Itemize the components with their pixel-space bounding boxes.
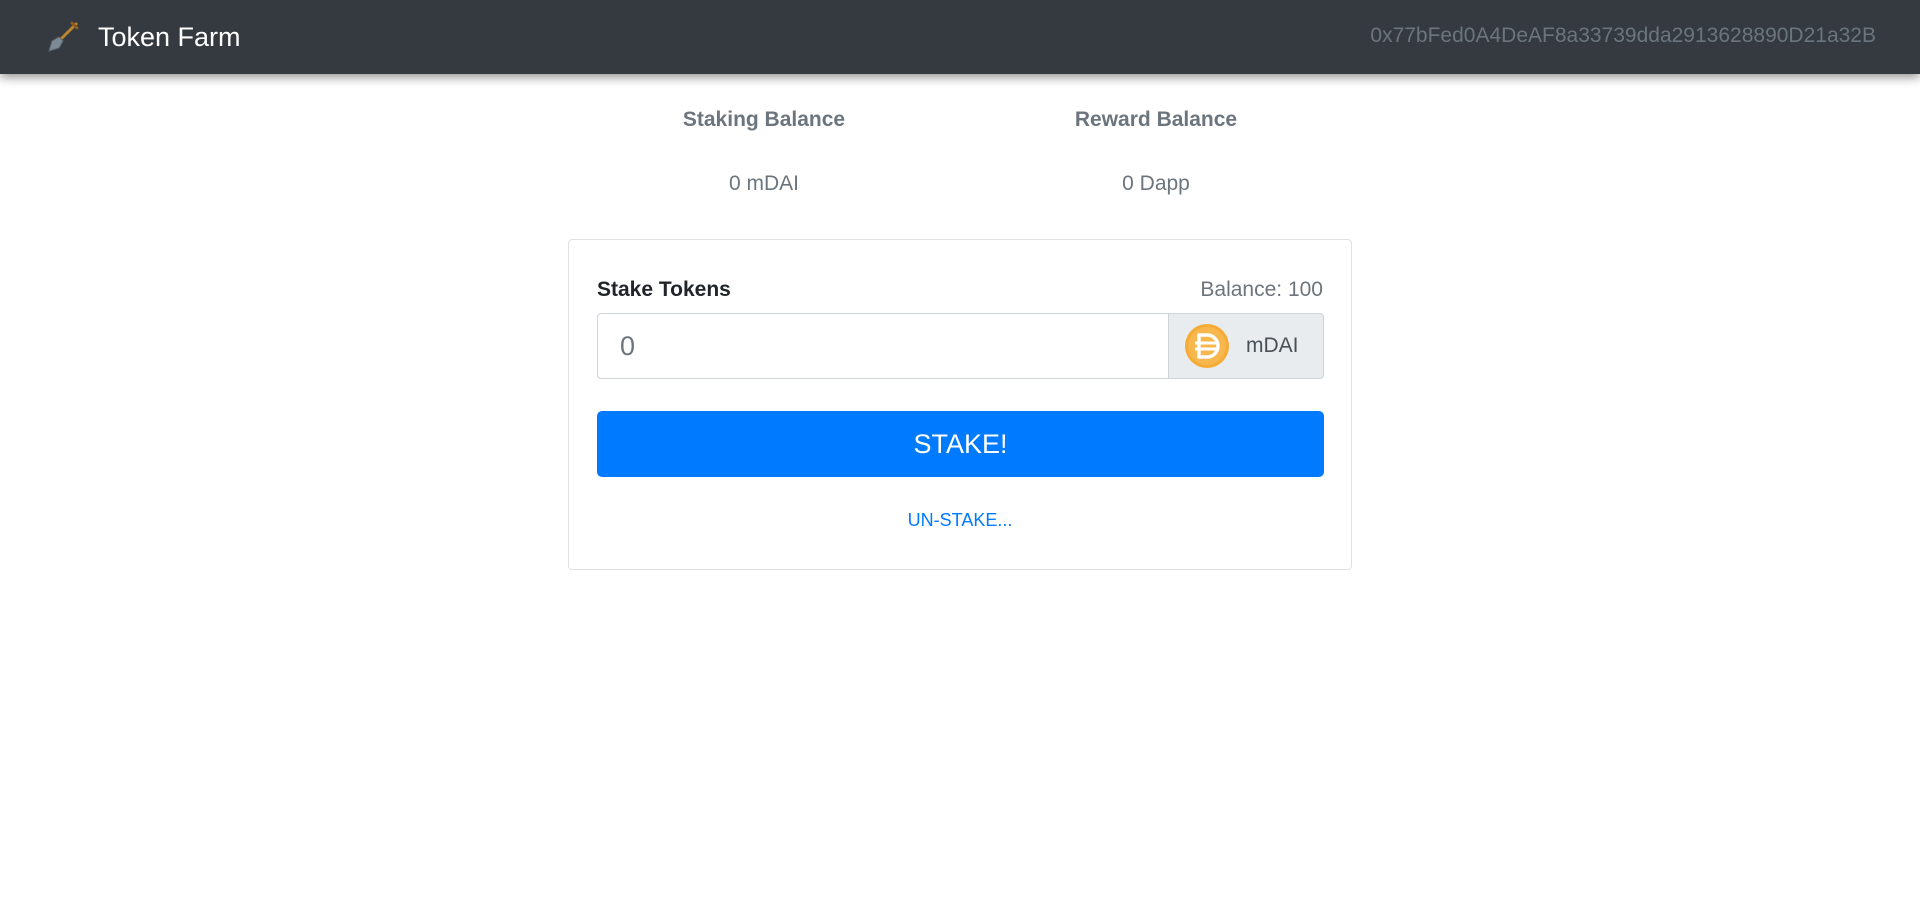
stake-amount-input[interactable] (597, 313, 1168, 379)
reward-balance-label: Reward Balance (1074, 108, 1238, 131)
staking-balance-value: 0 mDAI (728, 172, 799, 195)
reward-balance-value: 0 Dapp (1122, 172, 1190, 195)
shovel-icon (48, 21, 79, 52)
reward-balance: Reward Balance 0 Dapp (960, 100, 1352, 196)
wallet-balance: Balance: 100 (1200, 278, 1323, 301)
token-symbol: mDAI (1246, 334, 1299, 357)
unstake-link[interactable]: UN-STAKE... (569, 510, 1351, 531)
stake-input-group: mDAI (597, 313, 1324, 379)
balances-section: Staking Balance 0 mDAI Reward Balance 0 … (0, 100, 1920, 220)
navbar: Token Farm 0x77bFed0A4DeAF8a33739dda2913… (0, 0, 1920, 74)
stake-card-header: Stake Tokens Balance: 100 (597, 275, 1323, 305)
account-address: 0x77bFed0A4DeAF8a33739dda2913628890D21a3… (1370, 24, 1876, 47)
staking-balance-label: Staking Balance (682, 108, 846, 131)
token-addon: mDAI (1168, 313, 1324, 379)
stake-tokens-label: Stake Tokens (597, 278, 731, 301)
brand-link[interactable]: Token Farm (46, 18, 241, 56)
stake-card: Stake Tokens Balance: 100 mDAI STAKE! UN… (568, 239, 1352, 570)
dai-coin-icon (1185, 324, 1229, 368)
stake-button[interactable]: STAKE! (597, 411, 1324, 477)
brand-title: Token Farm (98, 21, 241, 52)
staking-balance: Staking Balance 0 mDAI (568, 100, 960, 196)
